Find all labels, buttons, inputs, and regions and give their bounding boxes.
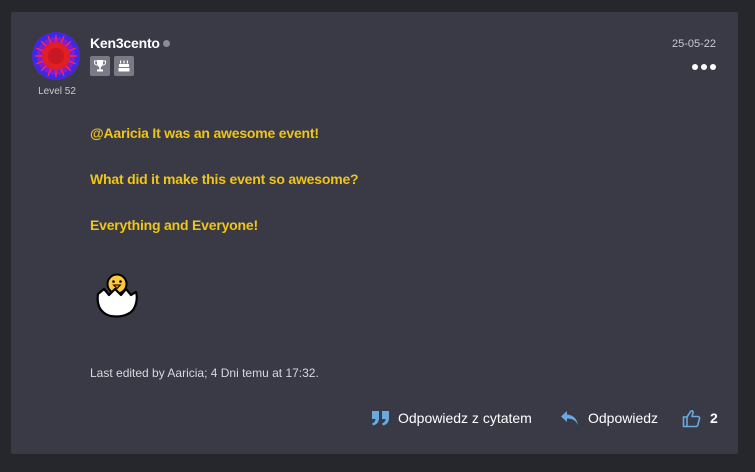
like-count: 2 bbox=[710, 410, 718, 426]
quote-icon bbox=[372, 411, 389, 426]
more-options-icon[interactable] bbox=[692, 64, 716, 70]
avatar[interactable] bbox=[32, 32, 80, 80]
reply-icon bbox=[561, 411, 578, 425]
message-line: What did it make this event so awesome? bbox=[90, 171, 359, 187]
like-button[interactable]: 2 bbox=[682, 408, 718, 428]
message-line: @Aaricia It was an awesome event! bbox=[90, 125, 319, 141]
username[interactable]: Ken3cento bbox=[90, 35, 160, 51]
forum-post: Level 52 Ken3cento 25-05-22 @Aaricia It … bbox=[11, 12, 738, 454]
status-dot bbox=[163, 40, 170, 47]
user-level: Level 52 bbox=[38, 86, 76, 97]
thumbs-up-icon bbox=[682, 409, 701, 427]
quote-reply-button[interactable]: Odpowiedz z cytatem bbox=[371, 408, 532, 428]
post-message: @Aaricia It was an awesome event! What d… bbox=[90, 124, 690, 262]
trophy-icon[interactable] bbox=[90, 56, 110, 76]
post-date: 25-05-22 bbox=[671, 38, 716, 50]
avatar-pattern bbox=[33, 33, 79, 79]
quote-reply-label: Odpowiedz z cytatem bbox=[398, 410, 532, 426]
reply-label: Odpowiedz bbox=[588, 410, 659, 426]
cake-icon[interactable] bbox=[114, 56, 134, 76]
hatching-chick-icon bbox=[95, 268, 139, 318]
edited-note: Last edited by Aaricia; 4 Dni temu at 17… bbox=[90, 366, 319, 380]
message-line: Everything and Everyone! bbox=[90, 217, 258, 233]
reply-button[interactable]: Odpowiedz bbox=[560, 408, 658, 428]
